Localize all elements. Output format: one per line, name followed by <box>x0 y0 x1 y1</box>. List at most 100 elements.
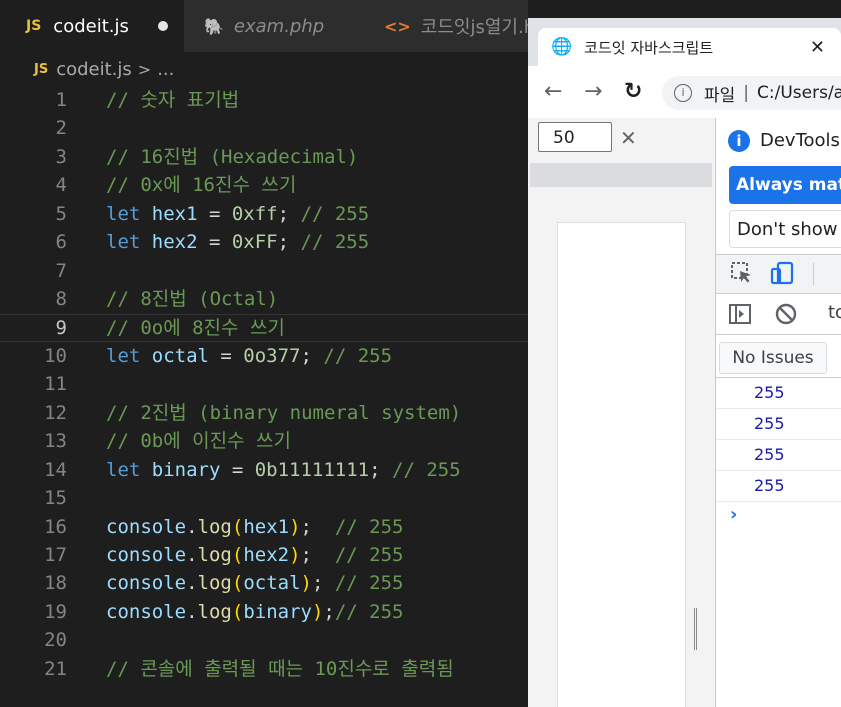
code-token: hex1 <box>151 202 198 225</box>
infobar-text: DevTools i <box>760 130 841 151</box>
code-text: // 8진법 (Octal) <box>106 285 278 313</box>
code-token: ; <box>300 544 335 566</box>
resize-handle[interactable] <box>694 608 705 650</box>
line-number: 14 <box>44 458 67 481</box>
console-context-select[interactable]: to <box>828 302 841 323</box>
code-token: . <box>186 544 198 566</box>
line-number: 16 <box>44 515 67 538</box>
code-token: 0xff <box>231 202 278 225</box>
tab-label: codeit.js <box>53 15 129 37</box>
code-line[interactable]: 17 console.log(hex2); // 255 <box>0 541 528 569</box>
code-token: // 255 <box>392 458 461 481</box>
reload-icon[interactable]: ↻ <box>624 79 642 104</box>
close-tab-icon[interactable]: ✕ <box>810 37 825 58</box>
breadcrumb: JS codeit.js > ... <box>0 52 528 86</box>
code-token: = <box>208 344 244 367</box>
code-line[interactable]: 10 let octal = 0o377; // 255 <box>0 342 528 370</box>
page-preview[interactable] <box>557 222 686 707</box>
code-line[interactable]: 20 <box>0 626 528 654</box>
address-scheme: 파일 <box>704 85 736 106</box>
code-line[interactable]: 9 // 0o에 8진수 쓰기 <box>0 314 528 342</box>
line-number: 6 <box>55 231 67 254</box>
code-token: // 0b에 이진수 쓰기 <box>106 430 291 453</box>
code-token: ; <box>300 344 324 367</box>
code-token: ; <box>323 600 335 623</box>
code-area[interactable]: 1 // 숫자 표기법 2 3 // 16진법 (Hexadecimal) 4 // 0x에… <box>0 86 528 683</box>
code-token: // 숫자 표기법 <box>106 89 240 111</box>
unsaved-dot-icon[interactable] <box>158 21 168 31</box>
code-token: . <box>186 600 198 623</box>
code-token: // 0o에 8진수 쓰기 <box>106 316 285 339</box>
code-line[interactable]: 3 // 16진법 (Hexadecimal) <box>0 143 528 171</box>
console-prompt-icon[interactable]: › <box>730 504 737 525</box>
address-separator: | <box>743 83 750 103</box>
zoom-input[interactable]: 50 <box>538 122 612 152</box>
code-token: ; <box>369 458 393 481</box>
device-viewport: 50 ✕ <box>528 118 716 707</box>
issues-row: No Issues <box>716 335 841 378</box>
no-issues-button[interactable]: No Issues <box>719 342 827 374</box>
tab-exam-php[interactable]: 🐘 exam.php <box>184 0 364 52</box>
code-token: let <box>106 202 152 225</box>
code-line[interactable]: 19 console.log(binary);// 255 <box>0 598 528 626</box>
code-token: // 255 <box>323 344 393 367</box>
code-text: let binary = 0b11111111; // 255 <box>106 456 461 484</box>
code-line[interactable]: 7 <box>0 257 528 285</box>
tab-codeit-js[interactable]: JS codeit.js <box>0 0 184 52</box>
code-token: . <box>186 515 198 538</box>
inspect-element-icon[interactable] <box>730 261 754 291</box>
code-token: // 16진법 (Hexadecimal) <box>106 145 359 168</box>
tab-label: exam.php <box>233 15 325 37</box>
show-sidebar-icon[interactable] <box>728 302 752 332</box>
code-token: = <box>220 458 255 481</box>
breadcrumb-file[interactable]: codeit.js <box>56 59 132 80</box>
code-text: console.log(hex2); // 255 <box>106 541 404 569</box>
console-log-row: 255 <box>716 409 841 440</box>
address-path: C:/Users/a <box>757 83 841 103</box>
code-line[interactable]: 2 <box>0 114 528 142</box>
code-token: console <box>106 544 187 566</box>
line-number: 12 <box>44 401 67 424</box>
code-token: binary <box>151 458 221 481</box>
code-token: ; <box>277 202 301 225</box>
code-token: binary <box>243 600 312 623</box>
code-token: hex2 <box>151 231 198 254</box>
device-toggle-icon[interactable] <box>770 261 796 291</box>
code-line[interactable]: 16 console.log(hex1); // 255 <box>0 513 528 541</box>
code-line[interactable]: 6 let hex2 = 0xFF; // 255 <box>0 228 528 256</box>
code-line[interactable]: 21 // 콘솔에 출력될 때는 10진수로 출력됨 <box>0 655 528 683</box>
close-icon[interactable]: ✕ <box>620 126 637 150</box>
code-line[interactable]: 12 // 2진법 (binary numeral system) <box>0 399 528 427</box>
info-icon[interactable]: i <box>674 84 692 102</box>
tab-html-file[interactable]: <> 코드잇js열기.h <box>364 0 528 52</box>
back-arrow-icon[interactable]: ← <box>544 79 562 104</box>
code-line[interactable]: 18 console.log(octal); // 255 <box>0 569 528 597</box>
code-text: // 0x에 16진수 쓰기 <box>106 171 296 199</box>
dont-show-again-button[interactable]: Don't show a <box>729 210 841 248</box>
code-line[interactable]: 4 // 0x에 16진수 쓰기 <box>0 171 528 199</box>
browser-toolbar: ← → ↻ i 파일 | C:/Users/a <box>528 66 841 118</box>
code-token: octal <box>151 344 209 367</box>
console-log-value: 255 <box>754 445 785 464</box>
forward-arrow-icon[interactable]: → <box>584 79 602 104</box>
code-text: // 0o에 8진수 쓰기 <box>106 314 285 342</box>
clear-console-icon[interactable] <box>774 302 798 332</box>
code-line[interactable]: 15 <box>0 484 528 512</box>
code-line[interactable]: 8 // 8진법 (Octal) <box>0 285 528 313</box>
always-match-button[interactable]: Always matc <box>729 166 841 204</box>
editor-tab-bar: JS codeit.js 🐘 exam.php <> 코드잇js열기.h <box>0 0 528 52</box>
code-line[interactable]: 11 <box>0 370 528 398</box>
code-token: 0o377 <box>243 344 301 367</box>
browser-tab[interactable]: 🌐 코드잇 자바스크립트 ✕ <box>538 28 841 66</box>
code-token: 0xFF <box>231 231 278 254</box>
code-token: // 255 <box>334 572 404 595</box>
code-line[interactable]: 13 // 0b에 이진수 쓰기 <box>0 427 528 455</box>
line-number: 15 <box>44 487 67 510</box>
code-text: console.log(hex1); // 255 <box>106 513 404 541</box>
code-line[interactable]: 5 let hex1 = 0xff; // 255 <box>0 200 528 228</box>
breadcrumb-more[interactable]: ... <box>157 59 174 80</box>
code-line[interactable]: 14 let binary = 0b11111111; // 255 <box>0 456 528 484</box>
address-bar[interactable]: i 파일 | C:/Users/a <box>662 76 841 110</box>
console-log-row: 255 <box>716 378 841 409</box>
code-line[interactable]: 1 // 숫자 표기법 <box>0 86 528 114</box>
